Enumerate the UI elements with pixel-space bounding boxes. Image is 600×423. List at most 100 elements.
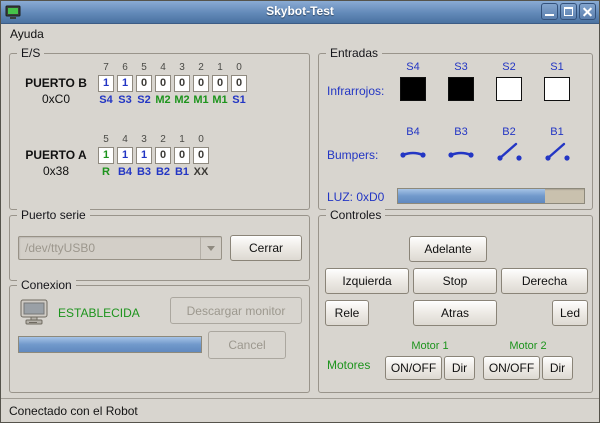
bit-label: M1	[212, 94, 227, 107]
luz-progress-fill	[398, 189, 545, 203]
bit-label: S4	[99, 94, 112, 107]
titlebar[interactable]: Skybot-Test	[1, 1, 599, 24]
bit-column: 1 0 M1	[212, 62, 228, 107]
bumper: B1	[537, 126, 577, 167]
maximize-icon	[564, 7, 573, 16]
bit-value: 0	[174, 75, 190, 92]
bit-label: M2	[174, 94, 189, 107]
group-es: E/S PUERTO B 0xC0 7 1 S4 6 1 S3 5 0 S2 4	[9, 53, 310, 210]
close-button[interactable]	[579, 3, 596, 20]
group-controles-legend: Controles	[326, 208, 385, 222]
bit-column: 0 0 XX	[193, 134, 209, 179]
infrared-sensor: S1	[537, 61, 577, 101]
stop-button[interactable]: Stop	[413, 268, 497, 294]
bumper-label: B1	[550, 126, 563, 139]
bit-label: B4	[118, 166, 132, 179]
bit-index: 5	[103, 134, 109, 146]
serial-device-value: /dev/ttyUSB0	[19, 241, 200, 255]
group-es-legend: E/S	[17, 46, 44, 60]
bit-value: 0	[193, 75, 209, 92]
connection-status: ESTABLECIDA	[58, 306, 140, 320]
computer-icon	[18, 298, 54, 333]
bit-index: 6	[122, 62, 128, 74]
chevron-down-icon	[207, 246, 215, 251]
serial-device-combobox[interactable]: /dev/ttyUSB0	[18, 236, 222, 260]
adelante-button[interactable]: Adelante	[409, 236, 487, 262]
bit-column: 3 1 B3	[136, 134, 152, 179]
bit-value: 0	[174, 147, 190, 164]
puerto-b-label: PUERTO B 0xC0	[14, 76, 98, 106]
bit-column: 5 0 S2	[136, 62, 152, 107]
download-progressbar	[18, 336, 202, 353]
status-text: Conectado con el Robot	[9, 404, 138, 418]
combobox-dropdown[interactable]	[200, 237, 221, 259]
izquierda-button[interactable]: Izquierda	[325, 268, 409, 294]
bumper-closed-icon	[399, 142, 427, 167]
motor2-dir-button[interactable]: Dir	[542, 356, 573, 380]
group-conexion: Conexion ESTABLECIDA Descargar monitor C…	[9, 285, 310, 393]
bit-index: 3	[179, 62, 185, 74]
download-progress-fill	[19, 337, 201, 352]
bumper-closed-icon	[447, 142, 475, 167]
descargar-monitor-button[interactable]: Descargar monitor	[170, 297, 302, 324]
bit-value: 0	[212, 75, 228, 92]
puerto-a-label: PUERTO A 0x38	[14, 148, 98, 178]
motor1-dir-button[interactable]: Dir	[444, 356, 475, 380]
window-title: Skybot-Test	[1, 4, 599, 18]
bit-column: 5 1 R	[98, 134, 114, 179]
bit-index: 7	[103, 62, 109, 74]
minimize-icon	[545, 14, 554, 16]
menubar: Ayuda	[1, 23, 599, 45]
bit-label: XX	[194, 166, 209, 179]
sensor-label: S3	[454, 61, 467, 74]
maximize-button[interactable]	[560, 3, 577, 20]
motor1-label: Motor 1	[385, 340, 475, 352]
infrared-indicator	[400, 77, 426, 101]
bit-index: 1	[179, 134, 185, 146]
bit-value: 1	[98, 75, 114, 92]
bit-value: 0	[136, 75, 152, 92]
bit-label: S2	[137, 94, 150, 107]
puerto-b-bits: 7 1 S4 6 1 S3 5 0 S2 4 0 M2 3 0	[98, 62, 247, 107]
led-button[interactable]: Led	[552, 300, 588, 326]
bit-column: 1 0 B1	[174, 134, 190, 179]
sensor-label: S4	[406, 61, 419, 74]
infrared-sensor: S2	[489, 61, 529, 101]
bit-value: 1	[98, 147, 114, 164]
atras-button[interactable]: Atras	[413, 300, 497, 326]
bit-label: S3	[118, 94, 131, 107]
motor2-onoff-button[interactable]: ON/OFF	[483, 356, 540, 380]
bit-column: 3 0 M2	[174, 62, 190, 107]
bit-column: 2 0 B2	[155, 134, 171, 179]
puerto-b-name: PUERTO B	[14, 76, 98, 90]
motor1-onoff-button[interactable]: ON/OFF	[385, 356, 442, 380]
motor2-label: Motor 2	[483, 340, 573, 352]
bumpers: B4 B3 B2	[393, 126, 577, 167]
bit-index: 3	[141, 134, 147, 146]
bumper-open-icon	[543, 142, 571, 167]
group-conexion-legend: Conexion	[17, 278, 76, 292]
bit-column: 6 1 S3	[117, 62, 133, 107]
bit-label: B1	[175, 166, 189, 179]
derecha-button[interactable]: Derecha	[501, 268, 588, 294]
rele-button[interactable]: Rele	[325, 300, 369, 326]
bit-label: S1	[232, 94, 245, 107]
bit-value: 0	[155, 75, 171, 92]
menu-ayuda[interactable]: Ayuda	[1, 25, 53, 43]
bit-value: 1	[136, 147, 152, 164]
sensor-label: S1	[550, 61, 563, 74]
bit-column: 4 1 B4	[117, 134, 133, 179]
bit-column: 4 0 M2	[155, 62, 171, 107]
infrared-sensors: S4 S3 S2 S1	[393, 61, 577, 101]
bit-column: 7 1 S4	[98, 62, 114, 107]
sensor-label: S2	[502, 61, 515, 74]
bit-label: R	[102, 166, 110, 179]
cerrar-button[interactable]: Cerrar	[230, 235, 302, 261]
statusbar: Conectado con el Robot	[1, 398, 599, 422]
bit-index: 2	[198, 62, 204, 74]
minimize-button[interactable]	[541, 3, 558, 20]
bit-index: 5	[141, 62, 147, 74]
cancel-button[interactable]: Cancel	[208, 331, 286, 359]
group-controles: Controles Adelante Izquierda Stop Derech…	[318, 215, 593, 393]
bit-index: 4	[122, 134, 128, 146]
